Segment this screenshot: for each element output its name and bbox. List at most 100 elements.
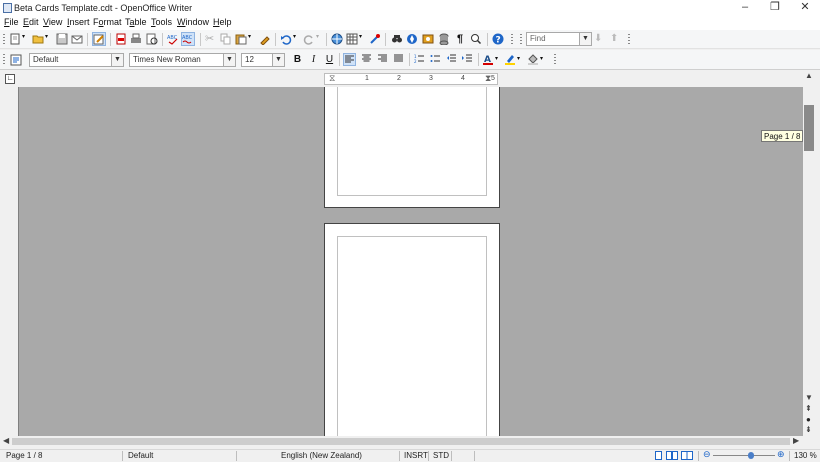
find-replace-icon[interactable]: [391, 33, 403, 45]
paste-icon[interactable]: [235, 33, 247, 45]
gallery-icon[interactable]: [422, 33, 434, 45]
styles-formatting-icon[interactable]: [10, 54, 22, 66]
new-document-icon[interactable]: [9, 33, 21, 45]
font-color-dropdown-icon[interactable]: ▾: [495, 55, 501, 67]
table-icon[interactable]: [346, 33, 358, 45]
justify-button[interactable]: [392, 53, 405, 66]
spellcheck-icon[interactable]: ABC: [167, 33, 179, 45]
bullets-button[interactable]: [429, 53, 442, 66]
status-page-style[interactable]: Default: [128, 451, 153, 460]
align-right-button[interactable]: [376, 53, 389, 66]
font-name-select[interactable]: Times New Roman ▼: [129, 53, 236, 67]
redo-icon[interactable]: [303, 33, 315, 45]
menu-format[interactable]: Format: [93, 17, 122, 27]
navigation-icon[interactable]: ●: [806, 415, 811, 424]
align-left-button[interactable]: [343, 53, 356, 66]
table-dropdown-icon[interactable]: ▾: [359, 33, 365, 45]
edit-mode-icon[interactable]: [92, 32, 106, 46]
scroll-right-icon[interactable]: ▶: [793, 436, 799, 445]
chevron-down-icon[interactable]: ▼: [272, 54, 284, 66]
clone-formatting-icon[interactable]: [259, 33, 271, 46]
left-indent-marker-icon[interactable]: ⧖: [329, 73, 335, 84]
cut-icon[interactable]: ✂: [205, 33, 217, 45]
book-view-icon[interactable]: [681, 451, 693, 462]
undo-dropdown-icon[interactable]: ▾: [293, 33, 299, 45]
menu-tools[interactable]: Tools: [151, 17, 172, 27]
auto-spellcheck-icon[interactable]: ABC: [181, 32, 195, 46]
navigator-icon[interactable]: [406, 33, 418, 45]
highlight-dropdown-icon[interactable]: ▾: [517, 55, 523, 67]
open-dropdown-icon[interactable]: ▾: [45, 33, 51, 45]
close-button[interactable]: ✕: [790, 0, 820, 16]
highlight-button[interactable]: [504, 53, 517, 66]
save-icon[interactable]: [56, 33, 68, 45]
single-page-view-icon[interactable]: [654, 451, 663, 462]
scroll-left-icon[interactable]: ◀: [3, 436, 9, 445]
zoom-in-icon[interactable]: ⊕: [777, 449, 785, 460]
formatting-marks-icon[interactable]: ¶: [454, 33, 466, 45]
chevron-down-icon[interactable]: ▼: [579, 33, 591, 45]
page-text-area[interactable]: [337, 236, 487, 436]
menu-table[interactable]: Table: [125, 17, 147, 27]
underline-button[interactable]: U: [323, 53, 336, 66]
bold-button[interactable]: B: [291, 53, 304, 66]
menu-edit[interactable]: Edit: [23, 17, 39, 27]
toolbar-grip[interactable]: [628, 34, 630, 45]
show-draw-functions-icon[interactable]: [369, 33, 381, 45]
zoom-slider[interactable]: [713, 455, 775, 456]
help-icon[interactable]: ?: [492, 33, 504, 46]
undo-icon[interactable]: [280, 33, 292, 45]
scroll-up-icon[interactable]: ▲: [805, 71, 813, 80]
email-icon[interactable]: [71, 33, 83, 45]
page-text-area[interactable]: [337, 87, 487, 196]
status-zoom[interactable]: 130 %: [794, 451, 817, 460]
redo-dropdown-icon[interactable]: ▾: [316, 33, 322, 45]
document-canvas[interactable]: [18, 87, 803, 436]
decrease-indent-button[interactable]: [445, 53, 458, 66]
horizontal-ruler[interactable]: ⧖ 1 2 3 4 5 ⧗: [324, 73, 498, 85]
menu-window[interactable]: Window: [177, 17, 209, 27]
toolbar-grip[interactable]: [511, 34, 513, 45]
document-page[interactable]: [324, 87, 500, 208]
toolbar-grip[interactable]: [520, 34, 522, 45]
previous-page-icon[interactable]: ⇞: [805, 404, 812, 413]
status-language[interactable]: English (New Zealand): [281, 451, 362, 460]
find-previous-icon[interactable]: ⬆: [610, 33, 622, 45]
font-color-button[interactable]: A: [482, 53, 495, 66]
minimize-button[interactable]: –: [730, 0, 760, 16]
print-preview-icon[interactable]: [146, 33, 158, 45]
data-sources-icon[interactable]: [438, 33, 450, 46]
status-selection-mode[interactable]: STD: [433, 451, 449, 460]
hyperlink-icon[interactable]: [331, 33, 343, 45]
numbering-button[interactable]: 12: [413, 53, 426, 66]
menu-view[interactable]: View: [43, 17, 62, 27]
font-size-select[interactable]: 12 ▼: [241, 53, 285, 67]
document-page[interactable]: [324, 223, 500, 436]
align-center-button[interactable]: [360, 53, 373, 66]
next-page-icon[interactable]: ⇟: [805, 425, 812, 434]
chevron-down-icon[interactable]: ▼: [111, 54, 123, 66]
export-pdf-icon[interactable]: [115, 33, 127, 45]
copy-icon[interactable]: [220, 33, 232, 45]
paragraph-style-select[interactable]: Default ▼: [29, 53, 124, 67]
open-folder-icon[interactable]: [32, 33, 44, 45]
menu-insert[interactable]: Insert: [67, 17, 90, 27]
italic-button[interactable]: I: [307, 53, 320, 66]
tab-stop-selector[interactable]: ∟: [5, 74, 15, 84]
new-dropdown-icon[interactable]: ▾: [22, 33, 28, 45]
chevron-down-icon[interactable]: ▼: [223, 54, 235, 66]
restore-button[interactable]: ❐: [760, 0, 790, 16]
background-dropdown-icon[interactable]: ▾: [540, 55, 546, 67]
status-insert-mode[interactable]: INSRT: [404, 451, 428, 460]
scroll-down-icon[interactable]: ▼: [805, 393, 813, 402]
status-page[interactable]: Page 1 / 8: [6, 451, 42, 460]
paste-dropdown-icon[interactable]: ▾: [248, 33, 254, 45]
find-input[interactable]: Find ▼: [526, 32, 592, 46]
zoom-icon[interactable]: [470, 33, 482, 45]
zoom-out-icon[interactable]: ⊖: [703, 449, 711, 460]
zoom-slider-thumb[interactable]: [748, 452, 755, 459]
print-icon[interactable]: [130, 33, 142, 45]
increase-indent-button[interactable]: [461, 53, 474, 66]
menu-help[interactable]: Help: [213, 17, 232, 27]
right-indent-marker-icon[interactable]: ⧗: [485, 73, 491, 84]
